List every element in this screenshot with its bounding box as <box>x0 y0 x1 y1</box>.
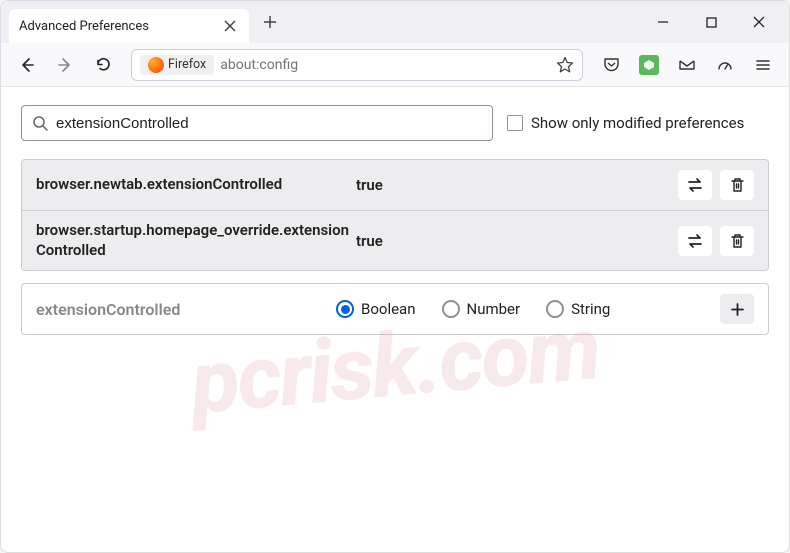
trash-icon <box>730 233 745 249</box>
content-area: Show only modified preferences browser.n… <box>1 87 789 552</box>
radio-icon <box>442 300 460 318</box>
address-bar[interactable]: Firefox about:config <box>131 49 583 81</box>
pocket-button[interactable] <box>595 49 627 81</box>
close-icon <box>753 16 765 28</box>
plus-icon <box>730 302 745 317</box>
table-row[interactable]: browser.startup.homepage_override.extens… <box>22 210 768 270</box>
close-icon <box>224 20 236 32</box>
window-controls <box>643 6 789 38</box>
minimize-icon <box>657 16 669 28</box>
radio-number[interactable]: Number <box>442 300 521 318</box>
pref-actions <box>678 226 754 256</box>
maximize-icon <box>706 17 717 28</box>
pref-actions <box>678 170 754 200</box>
minimize-button[interactable] <box>643 6 683 38</box>
arrow-right-icon <box>56 56 74 74</box>
menu-button[interactable] <box>747 49 779 81</box>
star-icon <box>556 56 574 74</box>
back-button[interactable] <box>11 49 43 81</box>
show-modified-checkbox[interactable]: Show only modified preferences <box>507 114 744 132</box>
url-text: about:config <box>220 57 298 73</box>
radio-icon <box>336 300 354 318</box>
toolbar-icons <box>595 49 779 81</box>
table-row[interactable]: browser.newtab.extensionControlled true <box>22 160 768 210</box>
browser-window: Advanced Preferences <box>0 0 790 553</box>
radio-string[interactable]: String <box>546 300 610 318</box>
pref-value: true <box>356 176 678 194</box>
bookmark-button[interactable] <box>556 56 574 74</box>
maximize-button[interactable] <box>691 6 731 38</box>
mail-icon <box>678 56 696 74</box>
search-box[interactable] <box>21 105 493 141</box>
trash-icon <box>730 177 745 193</box>
type-options: Boolean Number String <box>336 300 720 318</box>
close-window-button[interactable] <box>739 6 779 38</box>
radio-boolean[interactable]: Boolean <box>336 300 416 318</box>
tab-title: Advanced Preferences <box>19 19 149 34</box>
delete-button[interactable] <box>720 226 754 256</box>
delete-button[interactable] <box>720 170 754 200</box>
checkbox-label-text: Show only modified preferences <box>531 114 744 132</box>
extension-button[interactable] <box>633 49 665 81</box>
firefox-logo-icon <box>148 57 164 73</box>
new-pref-name: extensionControlled <box>36 300 336 319</box>
close-tab-button[interactable] <box>221 17 239 35</box>
dashboard-button[interactable] <box>709 49 741 81</box>
reload-icon <box>95 56 112 73</box>
radio-label: Boolean <box>361 300 416 318</box>
search-icon <box>32 115 48 131</box>
pref-value: true <box>356 232 678 250</box>
plus-icon <box>263 15 277 29</box>
toggle-button[interactable] <box>678 170 712 200</box>
radio-icon <box>546 300 564 318</box>
radio-label: Number <box>467 300 521 318</box>
toggle-button[interactable] <box>678 226 712 256</box>
radio-label: String <box>571 300 610 318</box>
mail-button[interactable] <box>671 49 703 81</box>
preferences-table: browser.newtab.extensionControlled true … <box>21 159 769 271</box>
add-button[interactable] <box>720 294 754 324</box>
pocket-icon <box>603 56 620 73</box>
gauge-icon <box>716 56 734 74</box>
toolbar: Firefox about:config <box>1 43 789 87</box>
pref-name: browser.startup.homepage_override.extens… <box>36 221 356 260</box>
forward-button[interactable] <box>49 49 81 81</box>
firefox-badge: Firefox <box>140 55 214 75</box>
checkbox-icon <box>507 115 523 131</box>
extension-icon <box>639 55 659 75</box>
arrow-left-icon <box>18 56 36 74</box>
hamburger-icon <box>755 57 771 73</box>
pref-name: browser.newtab.extensionControlled <box>36 175 356 195</box>
titlebar: Advanced Preferences <box>1 1 789 43</box>
new-preference-row: extensionControlled Boolean Number Strin… <box>21 283 769 335</box>
brand-label: Firefox <box>168 57 206 72</box>
search-row: Show only modified preferences <box>21 105 769 141</box>
new-tab-button[interactable] <box>255 7 285 37</box>
toggle-icon <box>686 234 704 248</box>
reload-button[interactable] <box>87 49 119 81</box>
search-input[interactable] <box>56 115 482 132</box>
toggle-icon <box>686 178 704 192</box>
tab-advanced-preferences[interactable]: Advanced Preferences <box>9 9 249 43</box>
